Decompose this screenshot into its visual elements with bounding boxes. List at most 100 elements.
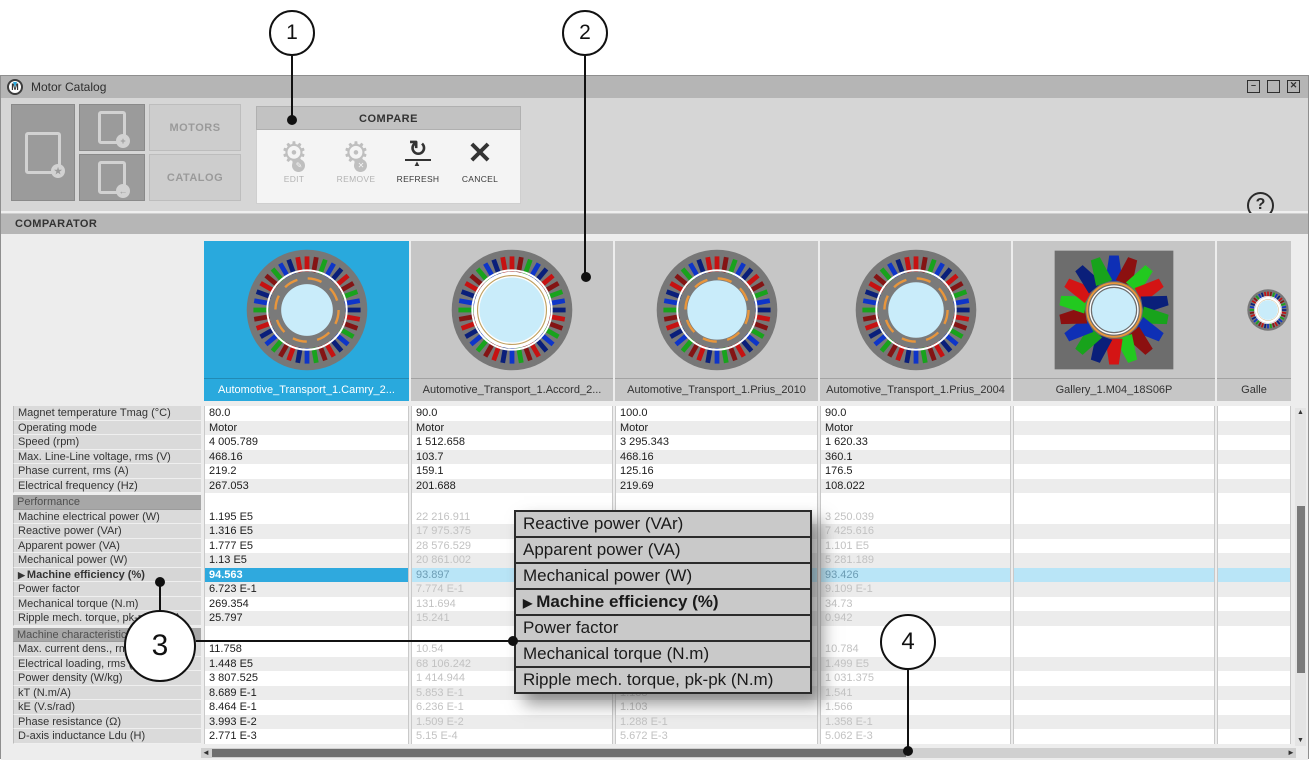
row-label[interactable]: Apparent power (VA)	[13, 539, 201, 554]
motor-value-column: 90.0Motor1 620.33360.1176.5108.0223 250.…	[820, 406, 1011, 744]
motor-name[interactable]: Automotive_Transport_1.Prius_2004	[820, 378, 1011, 401]
motor-column-header[interactable]: Automotive_Transport_1.Prius_2010	[615, 241, 818, 401]
motor-name[interactable]: Automotive_Transport_1.Prius_2010	[615, 378, 818, 401]
callout-circle-1: 1	[269, 10, 315, 56]
motor-value-column: 80.0Motor4 005.789468.16219.2267.0531.19…	[204, 406, 409, 744]
table-cell: 159.1	[412, 464, 612, 479]
table-cell	[1218, 450, 1290, 465]
app-logo-icon: M	[7, 79, 23, 95]
catalog-add-button[interactable]: +	[79, 104, 145, 151]
row-label[interactable]: kE (V.s/rad)	[13, 700, 201, 715]
table-cell: 1.103	[616, 700, 817, 715]
table-cell: 8.689 E-1	[205, 686, 408, 701]
callout-dot	[287, 115, 297, 125]
table-cell: Motor	[821, 421, 1010, 436]
motor-thumbnail[interactable]	[204, 241, 409, 378]
gear-pencil-icon: ⚙✎	[281, 135, 308, 173]
motor-thumbnail[interactable]	[1217, 241, 1291, 378]
close-button[interactable]: ✕	[1287, 80, 1300, 93]
motors-button[interactable]: MOTORS	[149, 104, 241, 151]
callout-line	[907, 670, 909, 749]
catalog-button[interactable]: CATALOG	[149, 154, 241, 201]
scroll-right-icon[interactable]: ►	[1286, 748, 1296, 758]
catalog-star-button[interactable]: ★	[11, 104, 75, 201]
table-cell: 11.758	[205, 642, 408, 657]
table-cell	[1014, 611, 1214, 626]
row-label[interactable]: D-axis inductance Ldu (H)	[13, 729, 201, 744]
popup-item[interactable]: Ripple mech. torque, pk-pk (N.m)	[514, 666, 812, 694]
motor-name[interactable]: Automotive_Transport_1.Camry_2...	[204, 378, 409, 401]
table-cell	[1218, 524, 1290, 539]
horizontal-scrollbar-thumb[interactable]	[212, 749, 906, 757]
table-cell: 1.316 E5	[205, 524, 408, 539]
row-label[interactable]: Magnet temperature Tmag (°C)	[13, 406, 201, 421]
refresh-button[interactable]: ↻▲REFRESH	[390, 133, 446, 200]
popup-item[interactable]: Mechanical torque (N.m)	[514, 640, 812, 666]
table-cell: 1.777 E5	[205, 539, 408, 554]
row-label[interactable]: Power factor	[13, 582, 201, 597]
edit-button[interactable]: ⚙✎EDIT	[266, 133, 322, 200]
cancel-button[interactable]: ✕CANCEL	[452, 133, 508, 200]
row-label[interactable]: Machine electrical power (W)	[13, 510, 201, 525]
motor-column-header[interactable]: Automotive_Transport_1.Camry_2...	[204, 241, 409, 401]
row-label[interactable]: Reactive power (VAr)	[13, 524, 201, 539]
motor-column-header[interactable]: Galle	[1217, 241, 1291, 401]
motor-column-header[interactable]: Automotive_Transport_1.Prius_2004	[820, 241, 1011, 401]
vertical-scrollbar[interactable]: ▲ ▼	[1295, 408, 1306, 746]
row-label[interactable]: Phase current, rms (A)	[13, 464, 201, 479]
scroll-up-icon[interactable]: ▲	[1295, 408, 1306, 418]
callout-line	[291, 56, 293, 118]
table-cell	[1014, 715, 1214, 730]
table-cell	[1014, 406, 1214, 421]
popup-item[interactable]: Mechanical power (W)	[514, 562, 812, 588]
vertical-scrollbar-thumb[interactable]	[1297, 506, 1305, 673]
button-label: EDIT	[284, 174, 305, 184]
toolbar: ★ + ← MOTORS CATALOG COMPARE ⚙✎EDIT⚙✕REM…	[1, 98, 1308, 211]
scroll-left-icon[interactable]: ◄	[201, 748, 211, 758]
table-cell	[1014, 729, 1214, 744]
table-cell	[1014, 421, 1214, 436]
table-cell: 2.771 E-3	[205, 729, 408, 744]
scroll-down-icon[interactable]: ▼	[1295, 736, 1306, 746]
table-cell	[1014, 450, 1214, 465]
row-label[interactable]: Speed (rpm)	[13, 435, 201, 450]
table-cell	[1014, 479, 1214, 494]
table-cell: 103.7	[412, 450, 612, 465]
popup-item[interactable]: Reactive power (VAr)	[514, 510, 812, 536]
horizontal-scrollbar[interactable]: ◄ ►	[201, 748, 1296, 758]
motor-name[interactable]: Galle	[1217, 378, 1291, 401]
table-cell: 6.723 E-1	[205, 582, 408, 597]
minimize-button[interactable]: –	[1247, 80, 1260, 93]
motor-thumbnail[interactable]	[820, 241, 1011, 378]
table-cell: 1.566	[821, 700, 1010, 715]
remove-button[interactable]: ⚙✕REMOVE	[328, 133, 384, 200]
table-cell	[1014, 700, 1214, 715]
row-label[interactable]: kT (N.m/A)	[13, 686, 201, 701]
popup-item[interactable]: Power factor	[514, 614, 812, 640]
table-cell	[1218, 510, 1290, 525]
catalog-import-button[interactable]: ←	[79, 154, 145, 201]
callout-dot	[581, 272, 591, 282]
section-row-spacer	[1218, 628, 1290, 643]
table-cell: 1 031.375	[821, 671, 1010, 686]
motor-thumbnail[interactable]	[615, 241, 818, 378]
refresh-arrows-icon: ↻▲	[405, 135, 431, 173]
maximize-button[interactable]	[1267, 80, 1280, 93]
motor-name[interactable]: Gallery_1.M04_18S06P	[1013, 378, 1215, 401]
motor-column-header[interactable]: Automotive_Transport_1.Accord_2...	[411, 241, 613, 401]
row-label[interactable]: Electrical frequency (Hz)	[13, 479, 201, 494]
motor-thumbnail[interactable]	[1013, 241, 1215, 378]
row-label[interactable]: Operating mode	[13, 421, 201, 436]
row-label[interactable]: ▶Machine efficiency (%)	[13, 568, 201, 583]
popup-item[interactable]: Apparent power (VA)	[514, 536, 812, 562]
table-cell: 267.053	[205, 479, 408, 494]
popup-item[interactable]: ▶Machine efficiency (%)	[514, 588, 812, 614]
motor-name[interactable]: Automotive_Transport_1.Accord_2...	[411, 378, 613, 401]
motor-thumbnail[interactable]	[411, 241, 613, 378]
table-cell: Motor	[616, 421, 817, 436]
row-label[interactable]: Phase resistance (Ω)	[13, 715, 201, 730]
motor-column-header[interactable]: Gallery_1.M04_18S06P	[1013, 241, 1215, 401]
row-label[interactable]: Mechanical torque (N.m)	[13, 597, 201, 612]
row-label[interactable]: Mechanical power (W)	[13, 553, 201, 568]
row-label[interactable]: Max. Line-Line voltage, rms (V)	[13, 450, 201, 465]
